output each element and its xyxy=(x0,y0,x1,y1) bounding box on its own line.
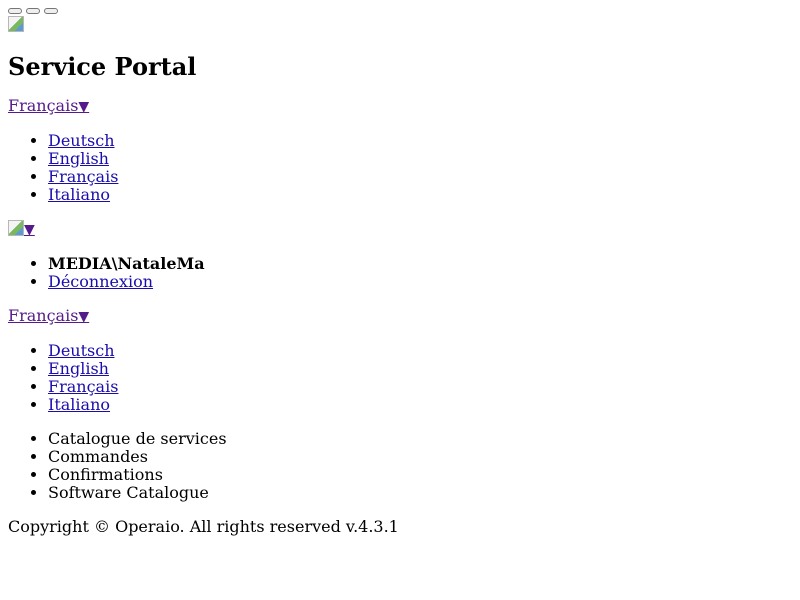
list-item: English xyxy=(48,360,792,378)
nav-item-service-catalogue[interactable]: Catalogue de services xyxy=(48,430,792,448)
language-option-deutsch[interactable]: Deutsch xyxy=(48,131,115,150)
maximize-button[interactable] xyxy=(26,8,40,14)
language-option-francais[interactable]: Français xyxy=(48,377,118,396)
list-item: MEDIA\NataleMa xyxy=(48,255,792,273)
list-item: Italiano xyxy=(48,396,792,414)
page-title: Service Portal xyxy=(8,52,197,81)
language-toggle-top[interactable]: Français▼ xyxy=(8,96,90,116)
list-item: Français xyxy=(48,378,792,396)
chevron-down-icon: ▼ xyxy=(78,309,90,325)
language-option-italiano[interactable]: Italiano xyxy=(48,395,110,414)
list-item: English xyxy=(48,150,792,168)
window-controls xyxy=(8,8,792,16)
nav-item-software-catalogue[interactable]: Software Catalogue xyxy=(48,484,792,502)
chevron-down-icon: ▼ xyxy=(78,99,90,115)
language-option-deutsch[interactable]: Deutsch xyxy=(48,341,115,360)
user-menu-list: MEDIA\NataleMa Déconnexion xyxy=(8,255,792,291)
language-option-english[interactable]: English xyxy=(48,149,109,168)
language-current-label: Français xyxy=(8,306,79,325)
minimize-button[interactable] xyxy=(8,8,22,14)
list-item: Deutsch xyxy=(48,132,792,150)
language-option-italiano[interactable]: Italiano xyxy=(48,185,110,204)
list-item: Déconnexion xyxy=(48,273,792,291)
language-option-english[interactable]: English xyxy=(48,359,109,378)
logo[interactable] xyxy=(8,16,792,34)
page: Service Portal Français▼ Deutsch English… xyxy=(0,0,800,600)
nav-item-orders[interactable]: Commandes xyxy=(48,448,792,466)
list-item: Français xyxy=(48,168,792,186)
list-item: Deutsch xyxy=(48,342,792,360)
footer-copyright: Copyright © Operaio. All rights reserved… xyxy=(8,517,399,536)
language-option-francais[interactable]: Français xyxy=(48,167,118,186)
language-switcher-bottom: Français▼ xyxy=(8,307,792,326)
list-item: Italiano xyxy=(48,186,792,204)
broken-image-icon xyxy=(8,16,24,32)
avatar-icon xyxy=(8,220,24,236)
user-menu: ▼ xyxy=(8,220,792,239)
main-nav: Catalogue de services Commandes Confirma… xyxy=(8,430,792,502)
close-button[interactable] xyxy=(44,8,58,14)
username: MEDIA\NataleMa xyxy=(48,254,205,273)
language-list-bottom: Deutsch English Français Italiano xyxy=(8,342,792,414)
user-menu-toggle[interactable]: ▼ xyxy=(8,219,35,238)
chevron-down-icon: ▼ xyxy=(24,222,35,238)
language-toggle-bottom[interactable]: Français▼ xyxy=(8,306,90,326)
language-switcher-top: Français▼ xyxy=(8,97,792,116)
nav-item-confirmations[interactable]: Confirmations xyxy=(48,466,792,484)
language-list-top: Deutsch English Français Italiano xyxy=(8,132,792,204)
language-current-label: Français xyxy=(8,96,79,115)
logout-link[interactable]: Déconnexion xyxy=(48,272,153,291)
